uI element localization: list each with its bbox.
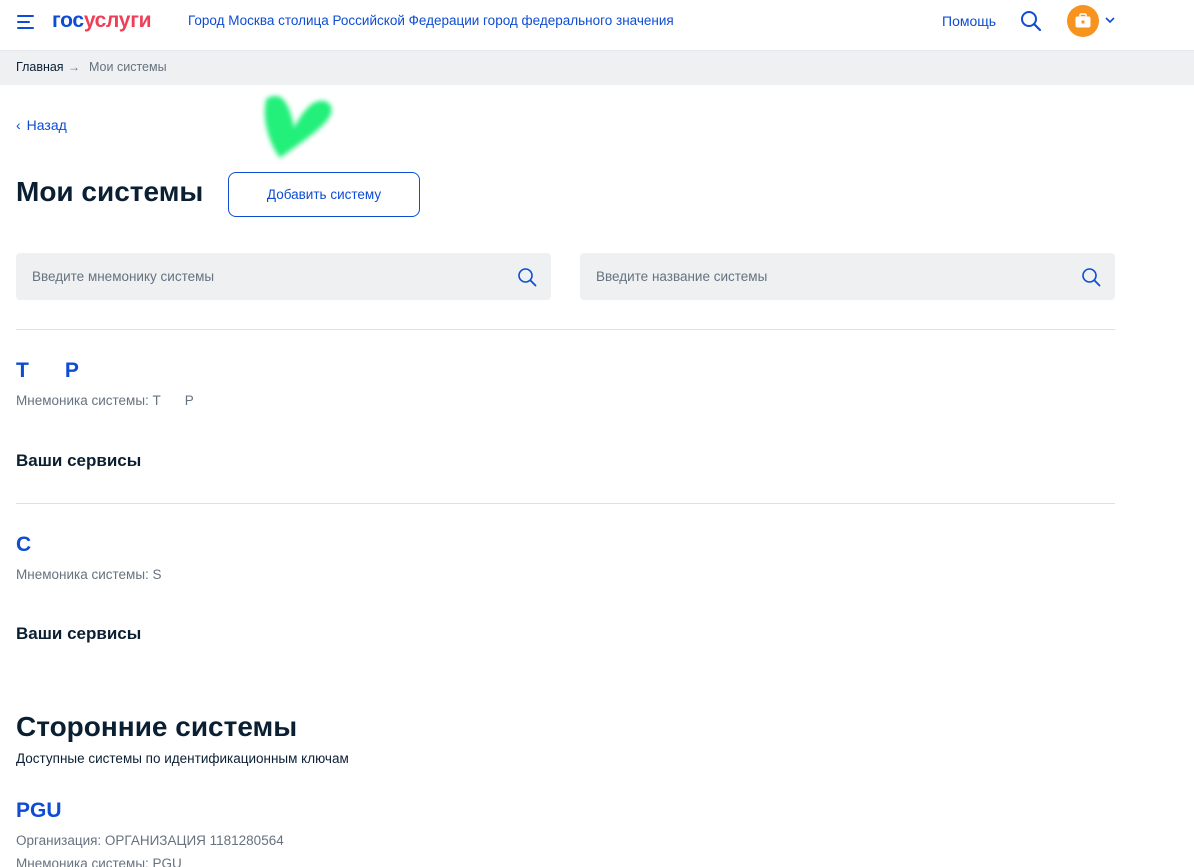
system-name-link[interactable]: C: [16, 533, 31, 557]
mnemonic-search-input[interactable]: [32, 253, 512, 300]
system-name-start: T: [16, 359, 29, 382]
briefcase-icon: [1075, 13, 1091, 28]
chevron-down-icon[interactable]: [1104, 14, 1116, 26]
third-party-system-name-link[interactable]: PGU: [16, 799, 62, 823]
add-system-button[interactable]: Добавить систему: [228, 172, 420, 217]
profile-avatar[interactable]: [1067, 5, 1099, 37]
divider: [16, 503, 1115, 504]
back-link[interactable]: ‹ Назад: [16, 117, 67, 133]
system-mnemonic: Мнемоника системы: T P: [16, 393, 194, 408]
third-party-title: Сторонние системы: [16, 711, 298, 742]
arrow-right-icon: →: [68, 60, 80, 74]
page-title: Мои системы: [16, 176, 204, 207]
third-party-organization: Организация: ОРГАНИЗАЦИЯ 1181280564: [16, 833, 284, 848]
breadcrumb-current: Мои системы: [89, 60, 167, 74]
top-header: госуслуги Город Москва столица Российско…: [0, 0, 1194, 51]
logo-part-2: услуги: [83, 9, 152, 32]
chevron-left-icon: ‹: [16, 117, 21, 133]
third-party-subtitle: Доступные системы по идентификационным к…: [16, 751, 349, 766]
help-link[interactable]: Помощь: [942, 13, 996, 29]
system-mnemonic-end: P: [184, 393, 194, 408]
search-icon[interactable]: [1081, 267, 1101, 287]
system-name-start: C: [16, 533, 32, 556]
back-label: Назад: [26, 117, 67, 133]
location-link[interactable]: Город Москва столица Российской Федераци…: [188, 13, 674, 28]
search-icon[interactable]: [517, 267, 537, 287]
system-name-end: P: [64, 359, 79, 382]
system-name-link[interactable]: TP: [16, 359, 79, 383]
system-mnemonic-label: Мнемоника системы: T: [16, 393, 161, 408]
mnemonic-search-field: [16, 253, 551, 300]
services-heading: Ваши сервисы: [16, 451, 142, 470]
search-icon[interactable]: [1020, 10, 1042, 32]
breadcrumb-home[interactable]: Главная: [16, 60, 64, 74]
heart-sticker-icon: [264, 96, 332, 158]
third-party-mnemonic: Мнемоника системы: PGU: [16, 856, 182, 867]
divider: [16, 329, 1115, 330]
gosuslugi-logo[interactable]: госуслуги: [52, 9, 152, 33]
logo-part-1: гос: [52, 9, 84, 32]
hamburger-icon[interactable]: [17, 14, 37, 30]
services-heading: Ваши сервисы: [16, 624, 142, 643]
name-search-input[interactable]: [596, 253, 1076, 300]
system-mnemonic: Мнемоника системы: S: [16, 567, 162, 582]
breadcrumb: Главная → Мои системы: [0, 51, 1194, 85]
name-search-field: [580, 253, 1115, 300]
